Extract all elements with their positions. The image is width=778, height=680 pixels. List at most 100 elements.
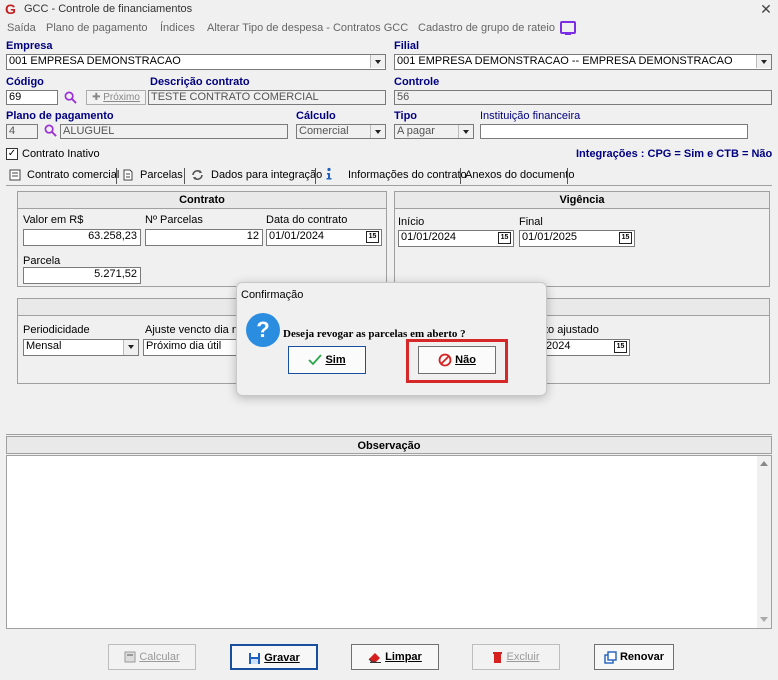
vencto-ajustado-label: to ajustado [545,324,599,336]
search-icon[interactable] [64,91,77,104]
proximo-button[interactable]: ✚ Próximo [86,90,146,105]
title-bar: G GCC - Controle de financiamentos ✕ [0,0,778,18]
final-input[interactable]: 01/01/2025 15 [519,230,635,247]
chevron-down-icon[interactable] [370,125,385,138]
excluir-label: Excluir [506,651,540,663]
data-contrato-input[interactable]: 01/01/2024 15 [266,229,382,246]
final-label: Final [519,216,543,228]
app-logo-icon: G [5,1,16,17]
parcela-label: Parcela [23,255,61,267]
eraser-icon [368,653,382,664]
question-icon: ? [246,313,280,347]
plano-value-input[interactable]: ALUGUEL [60,124,288,139]
limpar-label: Limpar [385,651,422,663]
limpar-button[interactable]: Limpar [351,644,439,670]
plus-icon: ✚ [92,92,104,103]
menu-item-alterar-tipo-despesa[interactable]: Alterar Tipo de despesa - Contratos GCC [207,22,408,34]
contrato-inativo-label: Contrato Inativo [22,148,100,160]
ajuste-select[interactable]: Próximo dia útil [143,339,237,356]
tipo-select[interactable]: A pagar [394,124,474,139]
scroll-up-icon[interactable] [760,461,768,466]
controle-label: Controle [394,76,440,88]
menu-item-indices[interactable]: Índices [160,22,195,34]
descricao-label: Descrição contrato [150,76,250,88]
chevron-down-icon[interactable] [370,55,385,68]
plano-code-input[interactable]: 4 [6,124,38,139]
scroll-down-icon[interactable] [760,617,768,622]
tipo-label: Tipo [394,110,418,122]
save-icon [249,652,261,664]
excluir-button[interactable]: Excluir [472,644,560,670]
chevron-down-icon[interactable] [458,125,473,138]
tab-separator [315,168,316,184]
observacao-title: Observação [6,436,772,454]
filial-label: Filial [394,40,420,52]
check-icon [308,354,323,366]
sync-icon [192,170,203,180]
renew-icon [604,650,617,664]
instituicao-input[interactable] [480,124,748,139]
calcular-button[interactable]: Calcular [108,644,196,670]
menu-item-saida[interactable]: Saída [7,22,36,34]
periodicidade-select[interactable]: Mensal [23,339,139,356]
info-icon [326,167,332,180]
trash-icon [493,652,503,664]
tab-informacoes-contrato[interactable]: Informações do contrato [348,167,467,184]
plano-label: Plano de pagamento [6,110,114,122]
empresa-select[interactable]: 001 EMPRESA DEMONSTRACAO [6,54,386,70]
menu-item-cadastro-grupo-rateio[interactable]: Cadastro de grupo de rateio [418,22,555,34]
tab-separator [460,168,461,184]
menu-item-plano-de-pagamento[interactable]: Plano de pagamento [46,22,148,34]
nparcelas-input[interactable]: 12 [145,229,263,246]
calendar-icon[interactable]: 15 [498,232,511,244]
filial-select[interactable]: 001 EMPRESA DEMONSTRACAO -- EMPRESA DEMO… [394,54,772,70]
sim-label: Sim [325,354,346,366]
sim-button[interactable]: Sim [288,346,366,374]
observacao-scrollbar[interactable] [757,456,771,628]
vencto-ajustado-value: 2024 [546,340,571,352]
renovar-button[interactable]: Renovar [594,644,674,670]
observacao-textarea[interactable] [6,455,772,629]
tab-panel-top-border [6,185,772,186]
empresa-label: Empresa [6,40,53,52]
monitor-icon[interactable] [560,21,576,35]
filial-value: 001 EMPRESA DEMONSTRACAO -- EMPRESA DEMO… [397,55,733,67]
nparcelas-label: Nº Parcelas [145,214,203,226]
descricao-input[interactable]: TESTE CONTRATO COMERCIAL [148,90,386,105]
calendar-icon[interactable]: 15 [619,232,632,244]
contrato-group-title: Contrato [18,192,386,209]
controle-input[interactable]: 56 [394,90,772,105]
inicio-value: 01/01/2024 [401,231,457,243]
calendar-icon[interactable]: 15 [366,231,379,243]
tab-dados-integracao[interactable]: Dados para integração [211,167,322,184]
final-value: 01/01/2025 [522,231,578,243]
tab-contrato-comercial[interactable]: Contrato comercial [27,167,119,184]
calendar-icon[interactable]: 15 [614,341,627,353]
tab-separator [184,168,185,184]
valor-input[interactable]: 63.258,23 [23,229,141,246]
document-icon [123,169,133,181]
data-contrato-value: 01/01/2024 [269,230,325,242]
tab-anexos-documento[interactable]: Anexos do documento [465,167,574,184]
tab-parcelas[interactable]: Parcelas [140,167,183,184]
instituicao-label: Instituição financeira [480,110,581,122]
gravar-button[interactable]: Gravar [230,644,318,670]
vencto-ajustado-input[interactable]: 2024 15 [544,339,630,356]
inicio-input[interactable]: 01/01/2024 15 [398,230,514,247]
tipo-value: A pagar [397,125,435,137]
calculo-select[interactable]: Comercial [296,124,386,139]
calcular-label: Calcular [139,651,180,663]
calculo-label: Cálculo [296,110,336,122]
parcela-input[interactable]: 5.271,52 [23,267,141,284]
close-icon[interactable]: ✕ [758,1,774,17]
periodicidade-label: Periodicidade [23,324,90,336]
chevron-down-icon[interactable] [756,55,771,68]
search-icon[interactable] [44,124,57,137]
tab-separator [567,168,568,184]
observacao-top-border [6,434,772,435]
integracoes-status: Integrações : CPG = Sim e CTB = Não [576,148,773,160]
highlight-frame [406,339,508,383]
contrato-inativo-checkbox[interactable]: ✓ [6,148,18,160]
chevron-down-icon[interactable] [123,340,138,355]
codigo-input[interactable]: 69 [6,90,58,105]
